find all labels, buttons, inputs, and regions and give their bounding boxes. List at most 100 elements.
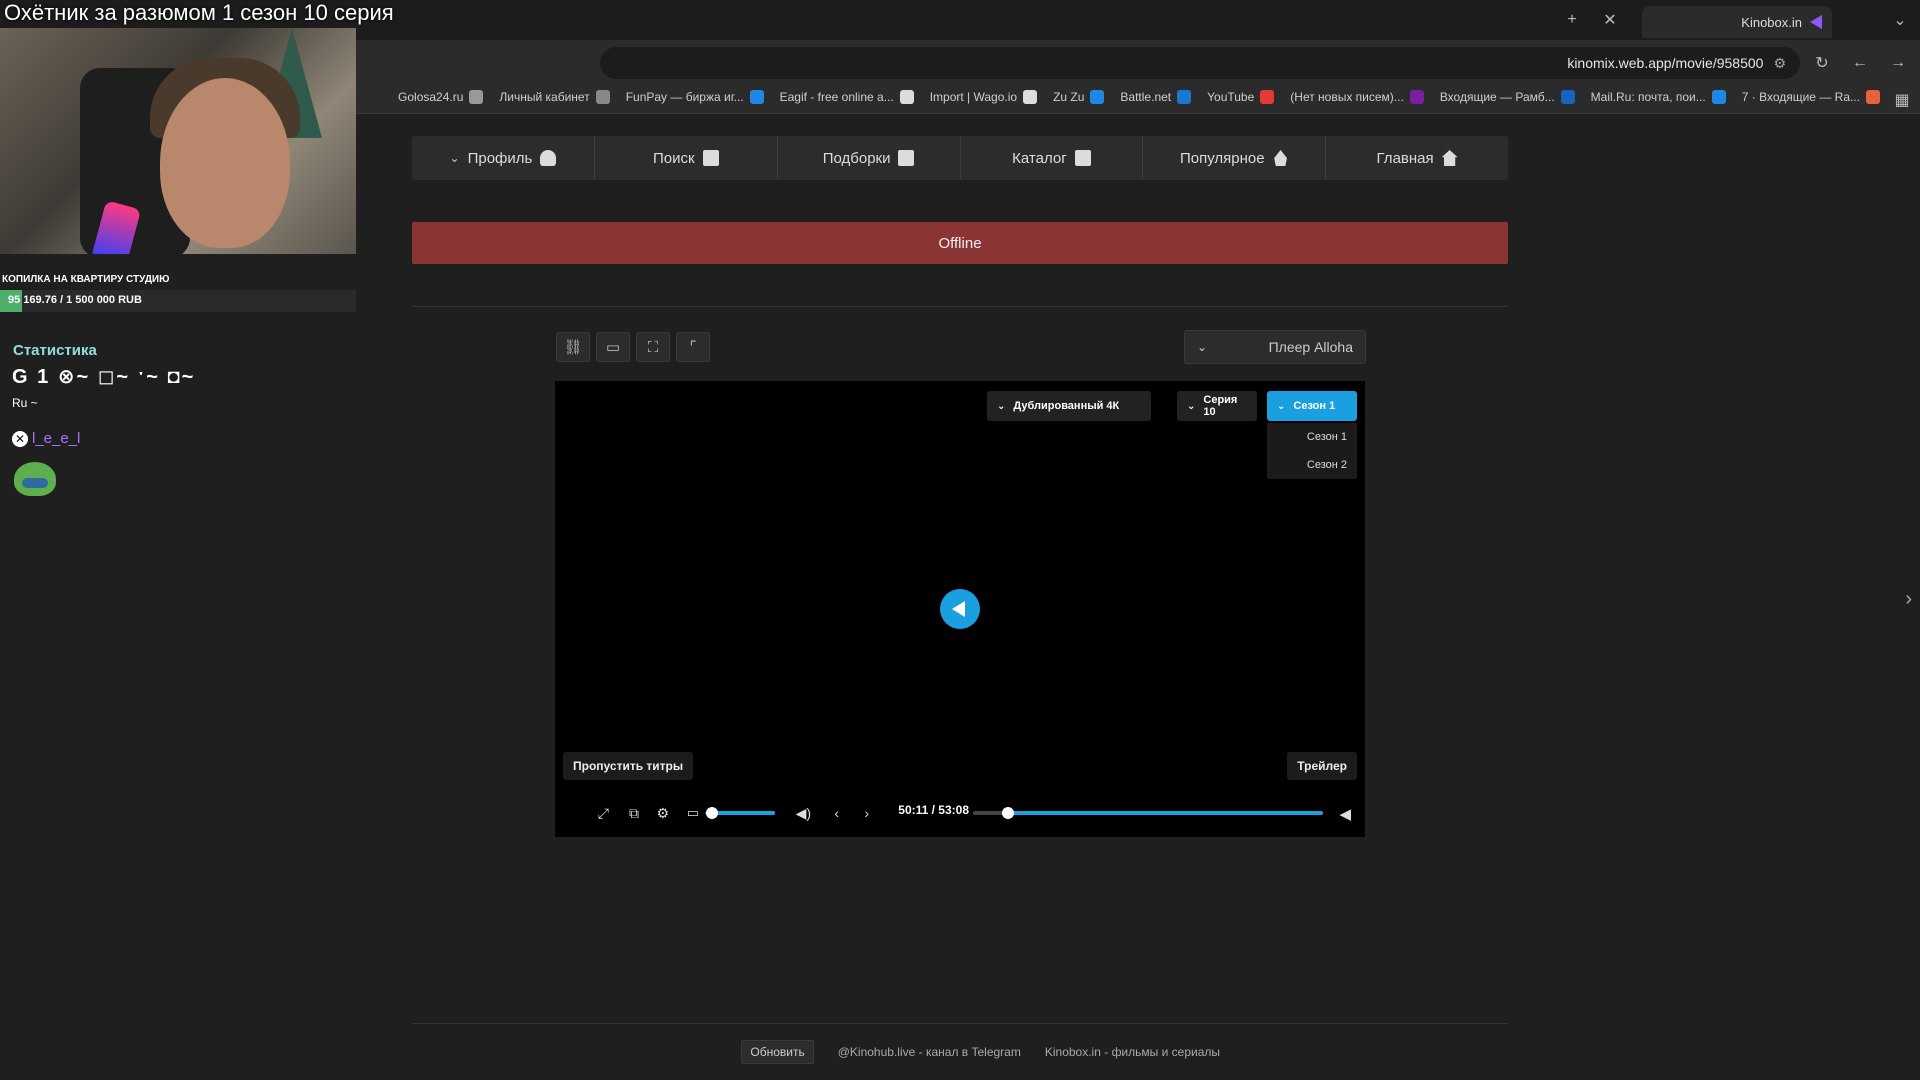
pip-icon[interactable]: ⧉	[629, 805, 639, 822]
donation-goal-amount: 95 169.76 / 1 500 000 RUB	[8, 294, 142, 306]
season-option[interactable]: Сезон 2	[1267, 451, 1357, 479]
bookmark-item[interactable]: (Нет новых писем)...	[1290, 90, 1424, 104]
bookmark-label: Golosa24.ru	[398, 90, 464, 104]
bookmark-favicon-icon	[749, 90, 764, 104]
bookmark-favicon-icon	[1711, 90, 1726, 104]
chevron-down-icon: ⌄	[449, 151, 460, 165]
user-badge-icon: ✕	[12, 430, 28, 447]
bookmark-label: Входящие — Рамб...	[1439, 90, 1555, 104]
site-nav: Главная Популярное Каталог Подборки Поиск Про…	[412, 136, 1508, 180]
bookmark-favicon-icon	[1866, 90, 1880, 104]
fire-icon	[1274, 150, 1287, 166]
bookmark-item[interactable]: Golosa24.ru	[398, 90, 484, 104]
chevron-down-icon: ⌄	[997, 400, 1006, 412]
nav-label: Подборки	[822, 149, 891, 167]
bookmark-item[interactable]: YouTube	[1207, 90, 1275, 104]
fullscreen-toggle-icon[interactable]: ⤢	[598, 805, 609, 822]
fullscreen-icon[interactable]: ⛶	[636, 332, 670, 362]
volume-slider[interactable]	[705, 807, 775, 819]
close-tab-icon[interactable]: ✕	[1600, 10, 1620, 30]
bookmark-favicon-icon	[1177, 90, 1192, 104]
tab-list-icon[interactable]: ⌄	[1890, 10, 1910, 30]
bookmark-item[interactable]: Zu Zu	[1053, 90, 1105, 104]
bookmark-item[interactable]: Личный кабинет	[499, 90, 610, 104]
frog-emote-icon	[14, 462, 56, 496]
bookmark-item[interactable]: Входящие — Рамб...	[1440, 90, 1575, 104]
nav-label: Поиск	[652, 149, 695, 167]
comment-icon[interactable]: ▭	[596, 332, 630, 362]
link-icon[interactable]: ⛓	[556, 332, 590, 362]
play-pause-icon[interactable]: ◀	[1339, 805, 1351, 823]
divider	[412, 306, 1508, 307]
address-bar[interactable]: kinomix.web.app/movie/958500 ⚙	[600, 47, 1800, 79]
footer-site-link[interactable]: Kinobox.in - фильмы и сериалы	[1045, 1045, 1220, 1059]
chevron-right-icon[interactable]: ›	[1905, 588, 1912, 611]
seek-bar[interactable]	[973, 807, 1323, 819]
player-controls: ◀ 50:11 / 53:08 › ‹ ◀) ▭ ⚙ ⧉ ⤢	[555, 793, 1365, 833]
bookmark-label: Zu Zu	[1053, 90, 1085, 104]
bookmark-label: YouTube	[1207, 90, 1255, 104]
bookmark-label: Mail.Ru: почта, пои...	[1590, 90, 1706, 104]
nav-item-5[interactable]: Профиль ⌄	[412, 136, 594, 180]
nav-item-4[interactable]: Поиск	[593, 136, 777, 180]
trailer-button[interactable]: Трейлер	[1287, 752, 1357, 780]
bookmark-item[interactable]: Eagif - free online a...	[780, 90, 914, 104]
new-tab-icon[interactable]: +	[1562, 10, 1582, 30]
subtitles-icon[interactable]: ▭	[687, 805, 699, 821]
voice-dropdown[interactable]: ⌄ Дублированный 4К	[987, 391, 1151, 421]
prev-icon[interactable]: ‹	[834, 805, 839, 821]
bookmark-favicon-icon	[469, 90, 484, 104]
video-player[interactable]: ⌄ Сезон 1 ⌄ Серия 10 ⌄ Дублированный 4К …	[555, 381, 1365, 837]
nav-item-1[interactable]: Популярное	[1142, 136, 1325, 180]
tab-title: Kinobox.in	[1741, 14, 1802, 30]
footer-telegram-link[interactable]: @Kinohub.live - канал в Telegram	[838, 1045, 1021, 1059]
volume-icon[interactable]: ◀)	[796, 805, 811, 822]
bookmark-favicon-icon	[595, 90, 610, 104]
nav-item-0[interactable]: Главная	[1325, 136, 1508, 180]
nav-item-2[interactable]: Каталог	[959, 136, 1143, 180]
settings-gear-icon[interactable]: ⚙	[656, 805, 669, 822]
chevron-down-icon: ⌄	[1187, 400, 1196, 412]
shapes-icon	[898, 150, 915, 166]
nav-item-3[interactable]: Подборки	[776, 136, 960, 180]
nav-label: Популярное	[1179, 149, 1265, 167]
chat-username: l_e_e_l	[32, 430, 81, 447]
footer-divider	[412, 1023, 1508, 1024]
streamer-face	[160, 78, 290, 248]
episode-dropdown-value: Серия 10	[1203, 394, 1238, 418]
play-icon[interactable]	[940, 589, 980, 629]
back-icon[interactable]: →	[1888, 53, 1908, 73]
season-menu: Сезон 1 Сезон 2	[1267, 423, 1357, 479]
apps-grid-icon[interactable]: ▦	[1892, 90, 1912, 110]
next-icon[interactable]: ›	[864, 805, 869, 821]
expand-icon[interactable]: ⌜	[676, 332, 710, 362]
episode-dropdown[interactable]: ⌄ Серия 10	[1177, 391, 1257, 421]
skip-credits-button[interactable]: Пропустить титры	[563, 752, 694, 780]
seek-thumb[interactable]	[1002, 807, 1014, 819]
bookmark-item[interactable]: 7 · Входящие — Ra...	[1742, 90, 1880, 104]
forward-icon[interactable]: ←	[1850, 53, 1870, 73]
webcam-overlay	[0, 28, 356, 254]
refresh-button[interactable]: Обновить	[741, 1040, 814, 1064]
player-select[interactable]: ⌄ Плеер Alloha	[1184, 330, 1366, 364]
bookmark-item[interactable]: Battle.net	[1120, 90, 1192, 104]
tab-kinobox[interactable]: Kinobox.in	[1642, 6, 1832, 38]
home-icon	[1441, 150, 1458, 166]
site-settings-icon[interactable]: ⚙	[1773, 55, 1786, 72]
bookmark-label: FunPay — биржа иг...	[625, 90, 744, 104]
bookmarks-list: 7 · Входящие — Ra... Mail.Ru: почта, пои.…	[398, 90, 1880, 104]
reload-icon[interactable]: ↻	[1812, 53, 1832, 73]
bookmark-item[interactable]: Mail.Ru: почта, пои...	[1591, 90, 1726, 104]
nav-label: Каталог	[1012, 149, 1067, 167]
nav-label: Профиль	[467, 149, 533, 167]
season-dropdown[interactable]: ⌄ Сезон 1	[1267, 391, 1357, 421]
chat-user: ✕ l_e_e_l	[12, 430, 80, 447]
bookmark-favicon-icon	[1260, 90, 1275, 104]
season-option[interactable]: Сезон 1	[1267, 423, 1357, 451]
bookmark-item[interactable]: FunPay — биржа иг...	[626, 90, 764, 104]
volume-fill	[712, 811, 775, 815]
volume-thumb[interactable]	[706, 807, 718, 819]
bookmark-label: (Нет новых писем)...	[1290, 90, 1404, 104]
time-display: 50:11 / 53:08	[898, 803, 969, 817]
bookmark-item[interactable]: Import | Wago.io	[930, 90, 1038, 104]
